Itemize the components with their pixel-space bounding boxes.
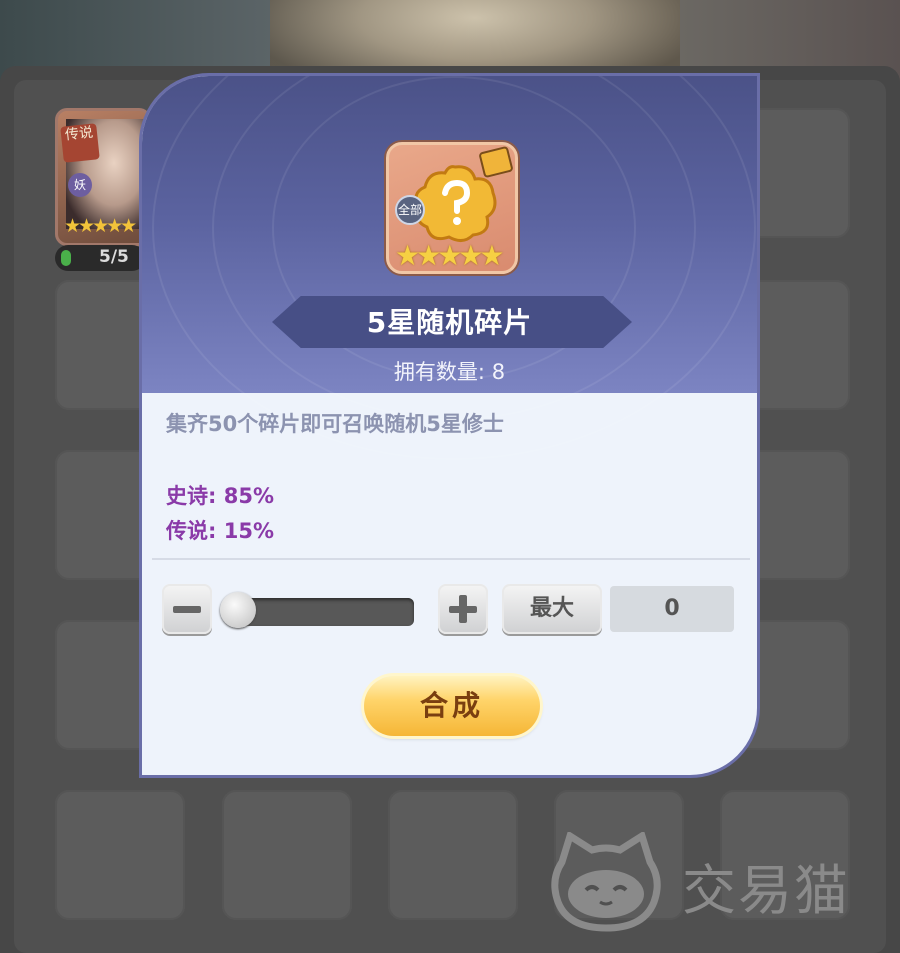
rarity-badge: 传说 xyxy=(60,123,100,163)
owned-count-label: 拥有数量: xyxy=(393,360,485,384)
owned-count: 拥有数量: 8 xyxy=(142,356,757,386)
max-button[interactable]: 最大 xyxy=(502,584,602,634)
watermark-text: 交易猫 xyxy=(682,859,850,922)
divider xyxy=(152,558,750,560)
rate-label: 史诗: xyxy=(166,484,217,508)
grid-cell[interactable] xyxy=(55,790,185,920)
grid-cell[interactable] xyxy=(222,790,352,920)
craft-button[interactable]: 合成 xyxy=(364,676,540,736)
minus-icon xyxy=(173,606,201,613)
rate-value: 85% xyxy=(223,484,274,508)
item-description: 集齐50个碎片即可召唤随机5星修士 xyxy=(166,412,504,436)
fragment-dialog: 全部 ★★★★★ 5星随机碎片 拥有数量: 8 集齐50个碎片即可召唤随机5星修… xyxy=(139,73,760,778)
type-badge: 妖 xyxy=(68,173,92,197)
quantity-slider[interactable] xyxy=(228,598,414,626)
hero-card[interactable]: 传说 妖 ★★★★★ xyxy=(55,108,151,246)
fragment-tag-icon xyxy=(478,145,514,179)
increase-button[interactable] xyxy=(438,584,488,634)
rate-value: 15% xyxy=(223,519,274,543)
cat-logo-icon xyxy=(551,832,661,932)
grid-cell[interactable] xyxy=(388,790,518,920)
dialog-title: 5星随机碎片 xyxy=(366,306,533,339)
all-badge: 全部 xyxy=(395,195,425,225)
slider-handle[interactable] xyxy=(220,592,256,628)
owned-count-value: 8 xyxy=(491,360,506,384)
hero-progress-text: 5/5 xyxy=(99,247,129,267)
progress-pip-icon xyxy=(61,250,71,266)
hero-stars: ★★★★★ xyxy=(64,215,137,237)
rate-epic: 史诗: 85% xyxy=(166,480,274,510)
watermark: 交易猫 xyxy=(548,832,878,932)
dialog-header: 全部 ★★★★★ 5星随机碎片 拥有数量: 8 xyxy=(142,76,757,460)
decrease-button[interactable] xyxy=(162,584,212,634)
fragment-item-icon: 全部 ★★★★★ xyxy=(386,142,518,274)
hero-progress: 5/5 xyxy=(55,245,145,271)
rate-label: 传说: xyxy=(166,519,217,543)
item-stars: ★★★★★ xyxy=(395,239,504,272)
quantity-field[interactable]: 0 xyxy=(610,586,734,632)
rate-legendary: 传说: 15% xyxy=(166,515,274,545)
plus-icon-vertical xyxy=(459,595,467,623)
